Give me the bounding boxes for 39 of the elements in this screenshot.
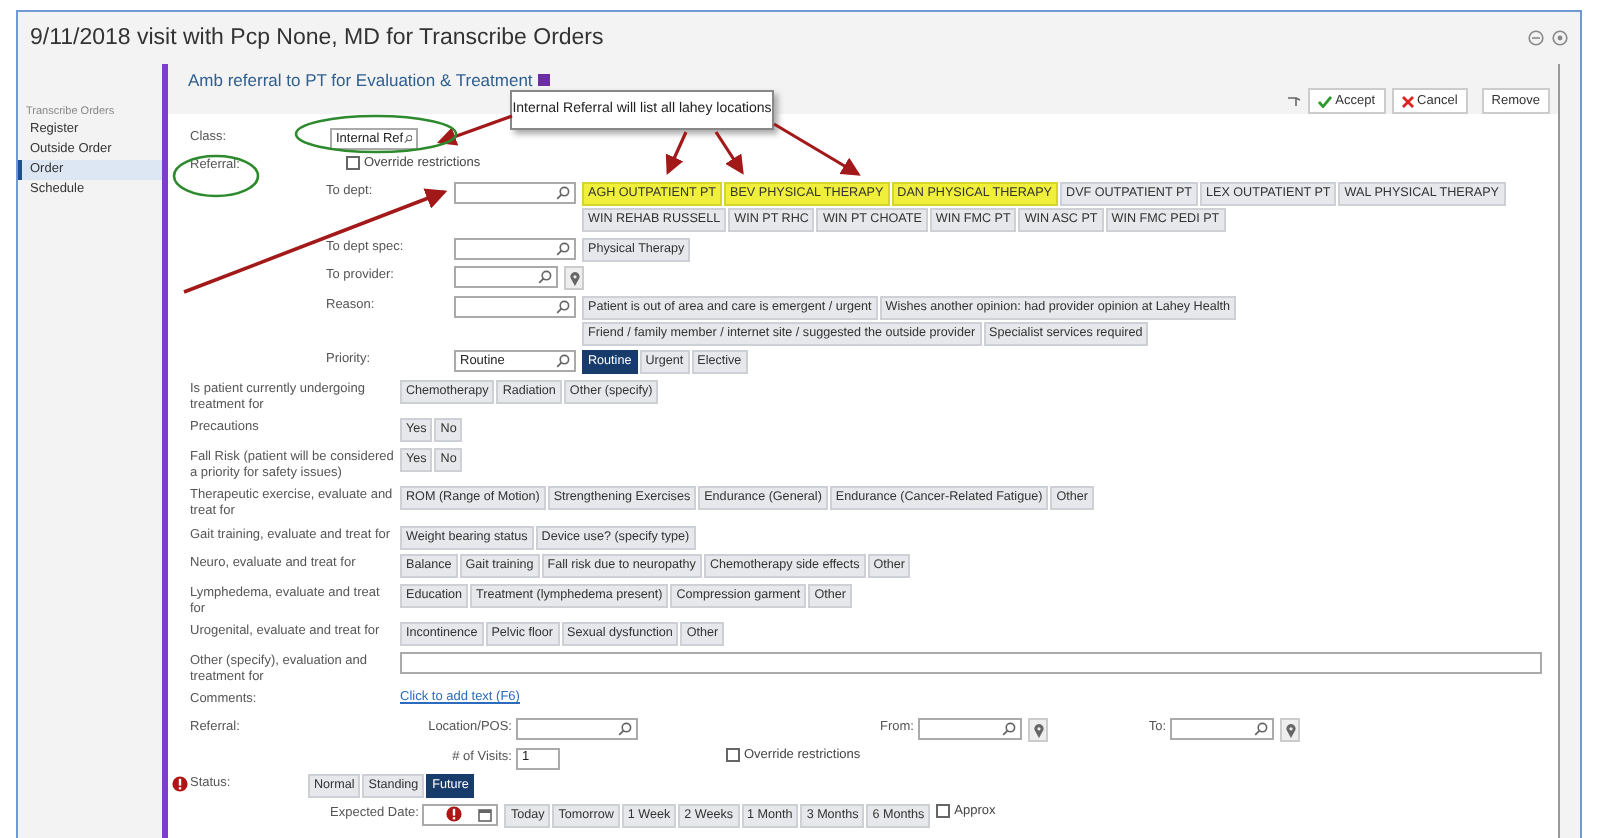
- search-icon[interactable]: [556, 354, 570, 368]
- close-icon: [1401, 95, 1414, 107]
- highlight-ellipse: [172, 154, 260, 198]
- pin-icon: [569, 271, 579, 285]
- search-icon[interactable]: [538, 270, 552, 284]
- locate-button[interactable]: [564, 266, 584, 290]
- checkbox[interactable]: [346, 156, 360, 170]
- search-icon[interactable]: [556, 186, 570, 200]
- calendar-icon[interactable]: [478, 807, 493, 821]
- arrow: [773, 122, 861, 176]
- search-icon[interactable]: [618, 722, 632, 736]
- date-field[interactable]: [422, 803, 499, 825]
- square-icon: [538, 74, 551, 86]
- search-icon[interactable]: [403, 132, 412, 146]
- text-field[interactable]: [400, 651, 1542, 673]
- pin-icon: [1285, 723, 1295, 737]
- search-field[interactable]: [1170, 718, 1274, 740]
- arrow: [665, 131, 688, 175]
- search-field[interactable]: [454, 266, 558, 288]
- search-field[interactable]: [454, 182, 576, 204]
- arrow: [714, 131, 744, 175]
- search-field[interactable]: [516, 718, 638, 740]
- locate-button[interactable]: [1028, 718, 1048, 742]
- checkbox[interactable]: [726, 748, 740, 762]
- arrow: [437, 114, 513, 146]
- order-title: Amb referral to PT for Evaluation & Treatment: [188, 70, 533, 90]
- search-field[interactable]: [454, 237, 576, 259]
- checkbox[interactable]: [936, 804, 951, 818]
- search-icon[interactable]: [1002, 722, 1016, 736]
- search-icon[interactable]: [556, 299, 570, 313]
- search-icon[interactable]: [1254, 722, 1268, 736]
- collapse-icon[interactable]: [1528, 30, 1544, 46]
- locate-button[interactable]: [1280, 718, 1300, 742]
- search-icon[interactable]: [556, 241, 570, 255]
- window-title: 9/11/2018 visit with Pcp None, MD for Transcribe Orders: [30, 30, 604, 46]
- search-field[interactable]: [918, 718, 1022, 740]
- check-icon: [1317, 95, 1332, 107]
- search-field[interactable]: [454, 295, 576, 317]
- pin-icon: [1033, 723, 1043, 737]
